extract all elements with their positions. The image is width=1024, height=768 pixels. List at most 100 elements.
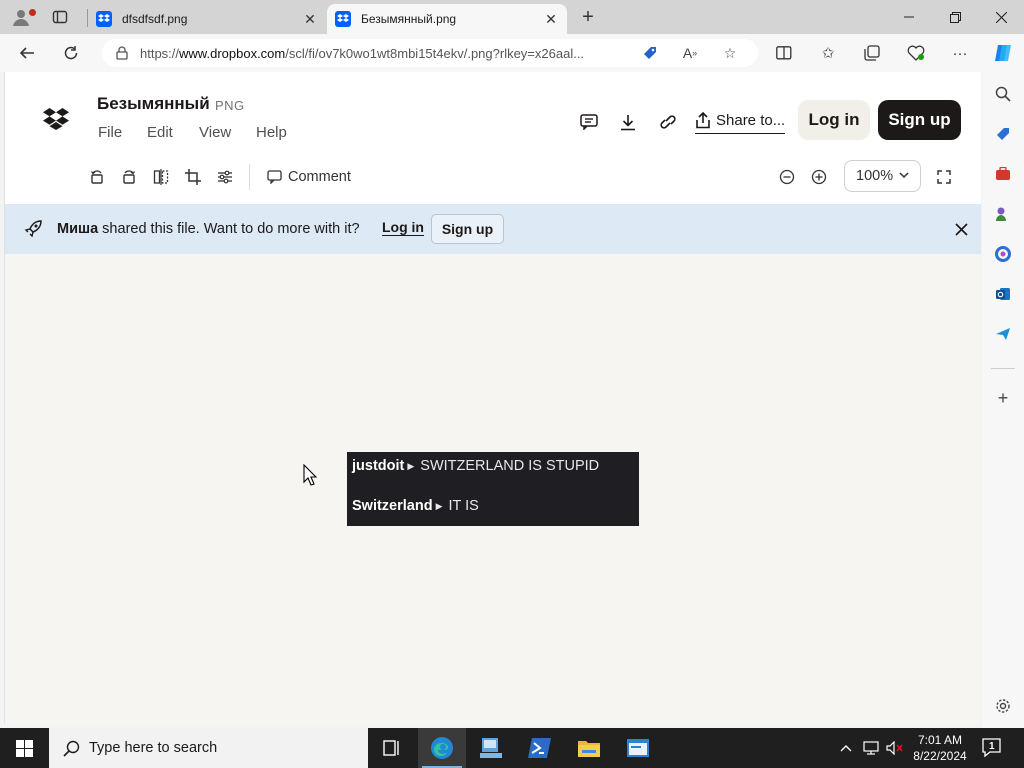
menu-edit[interactable]: Edit [147, 124, 173, 141]
taskbar-search-box[interactable]: Type here to search [49, 728, 368, 768]
sidebar-outlook-icon[interactable] [992, 283, 1014, 305]
rotate-right-icon[interactable] [118, 166, 140, 188]
favorite-star-icon[interactable]: ☆ [720, 44, 740, 62]
comments-icon[interactable] [577, 110, 601, 134]
tab-bezymyanny[interactable]: Безымянный.png ✕ [327, 4, 567, 34]
taskbar-clock[interactable]: 7:01 AM 8/22/2024 [908, 732, 972, 764]
task-view-icon [383, 740, 399, 756]
sidebar-settings-icon[interactable] [992, 695, 1014, 717]
zoom-in-icon[interactable] [808, 166, 830, 188]
split-screen-icon[interactable] [772, 42, 796, 64]
fullscreen-icon[interactable] [933, 166, 955, 188]
back-button[interactable] [14, 41, 40, 65]
powershell-icon [528, 738, 551, 758]
banner-login-link[interactable]: Log in [382, 219, 424, 236]
close-icon [995, 11, 1007, 23]
chat-line: justdoit ▶ SWITZERLAND IS STUPID [352, 458, 600, 474]
edge-sidebar: + [982, 72, 1024, 728]
sidebar-games-icon[interactable] [992, 203, 1014, 225]
taskbar-network-app[interactable] [467, 728, 515, 768]
zoom-level-select[interactable]: 100% [844, 160, 921, 192]
toolbar-divider [249, 164, 250, 190]
minimize-button[interactable] [886, 0, 932, 34]
signup-button[interactable]: Sign up [878, 100, 961, 140]
chat-line: Switzerland ▶ IT IS [352, 498, 479, 514]
dropbox-favicon-icon [335, 11, 351, 27]
shared-file-banner: Миша shared this file. Want to do more w… [5, 204, 981, 254]
copy-link-icon[interactable] [656, 110, 680, 134]
sidebar-send-icon[interactable] [992, 323, 1014, 345]
menu-view[interactable]: View [199, 124, 231, 141]
comment-button[interactable]: Comment [267, 166, 351, 188]
search-icon [63, 740, 80, 757]
zoom-out-icon[interactable] [776, 166, 798, 188]
lock-icon [116, 46, 128, 60]
sidebar-shopping-icon[interactable] [992, 123, 1014, 145]
sidebar-search-icon[interactable] [992, 83, 1014, 105]
tab-title: dfsdfsdf.png [122, 12, 188, 26]
profile-alert-dot [29, 9, 36, 16]
minimize-icon [904, 16, 914, 18]
taskbar-app-window[interactable] [614, 728, 662, 768]
share-button[interactable]: Share to... [695, 108, 786, 134]
dropbox-logo-icon[interactable] [43, 108, 69, 130]
rocket-icon [24, 220, 42, 238]
taskbar-edge[interactable] [418, 728, 466, 768]
read-aloud-icon[interactable]: A» [680, 44, 700, 62]
sidebar-add-icon[interactable]: + [992, 387, 1014, 409]
collections-icon[interactable] [860, 42, 884, 64]
show-hidden-icons-button[interactable] [836, 728, 856, 768]
rotate-left-icon[interactable] [86, 166, 108, 188]
restore-icon [949, 11, 961, 23]
copilot-icon[interactable] [990, 40, 1016, 66]
login-button[interactable]: Log in [798, 100, 870, 140]
tab-title: Безымянный.png [361, 12, 457, 26]
tab-actions-button[interactable] [48, 6, 72, 28]
clock-date: 8/22/2024 [913, 749, 967, 763]
tab-close-icon[interactable]: ✕ [543, 11, 559, 28]
shopping-tag-icon[interactable] [640, 44, 660, 62]
new-tab-button[interactable]: + [576, 5, 600, 29]
crop-icon[interactable] [182, 166, 204, 188]
restore-button[interactable] [932, 0, 978, 34]
share-label: Share to... [716, 112, 786, 129]
zoom-value: 100% [856, 168, 894, 184]
address-bar[interactable]: https://www.dropbox.com/scl/fi/ov7k0wo1w… [102, 39, 758, 67]
comment-icon [267, 170, 282, 184]
tab-close-icon[interactable]: ✕ [302, 11, 318, 28]
clock-time: 7:01 AM [917, 733, 963, 747]
close-window-button[interactable] [978, 0, 1024, 34]
refresh-button[interactable] [58, 41, 84, 65]
adjust-sliders-icon[interactable] [214, 166, 236, 188]
chevron-down-icon [899, 170, 909, 182]
start-button[interactable] [0, 728, 48, 768]
address-bar-row: https://www.dropbox.com/scl/fi/ov7k0wo1w… [0, 34, 1024, 72]
settings-more-icon[interactable]: ··· [948, 42, 972, 64]
windows-taskbar: Type here to search 7:01 AM 8/22/2024 1 [0, 728, 1024, 768]
notification-center-button[interactable]: 1 [980, 736, 1004, 760]
image-preview: justdoit ▶ SWITZERLAND IS STUPID Switzerla… [347, 452, 639, 526]
banner-signup-button[interactable]: Sign up [431, 214, 504, 244]
url-text: https://www.dropbox.com/scl/fi/ov7k0wo1w… [140, 45, 585, 61]
sidebar-tools-icon[interactable] [992, 163, 1014, 185]
file-extension: PNG [215, 98, 245, 113]
banner-close-button[interactable] [949, 217, 973, 241]
menu-file[interactable]: File [98, 124, 122, 141]
flip-icon[interactable] [150, 166, 172, 188]
favorites-icon[interactable]: ✩ [816, 42, 840, 64]
search-placeholder: Type here to search [89, 740, 218, 756]
sidebar-microsoft365-icon[interactable] [992, 243, 1014, 265]
tab-dfsdfsdf[interactable]: dfsdfsdf.png ✕ [88, 4, 326, 34]
task-view-button[interactable] [368, 728, 416, 768]
chevron-up-icon [840, 745, 852, 752]
network-computer-icon [480, 738, 502, 758]
browser-essentials-icon[interactable] [904, 42, 928, 64]
notification-count: 1 [989, 741, 995, 752]
download-icon[interactable] [616, 110, 640, 134]
taskbar-file-explorer[interactable] [565, 728, 613, 768]
profile-button[interactable] [8, 6, 36, 28]
network-tray-icon[interactable] [860, 728, 882, 768]
taskbar-powershell[interactable] [516, 728, 564, 768]
volume-muted-icon[interactable] [884, 728, 906, 768]
menu-help[interactable]: Help [256, 124, 287, 141]
